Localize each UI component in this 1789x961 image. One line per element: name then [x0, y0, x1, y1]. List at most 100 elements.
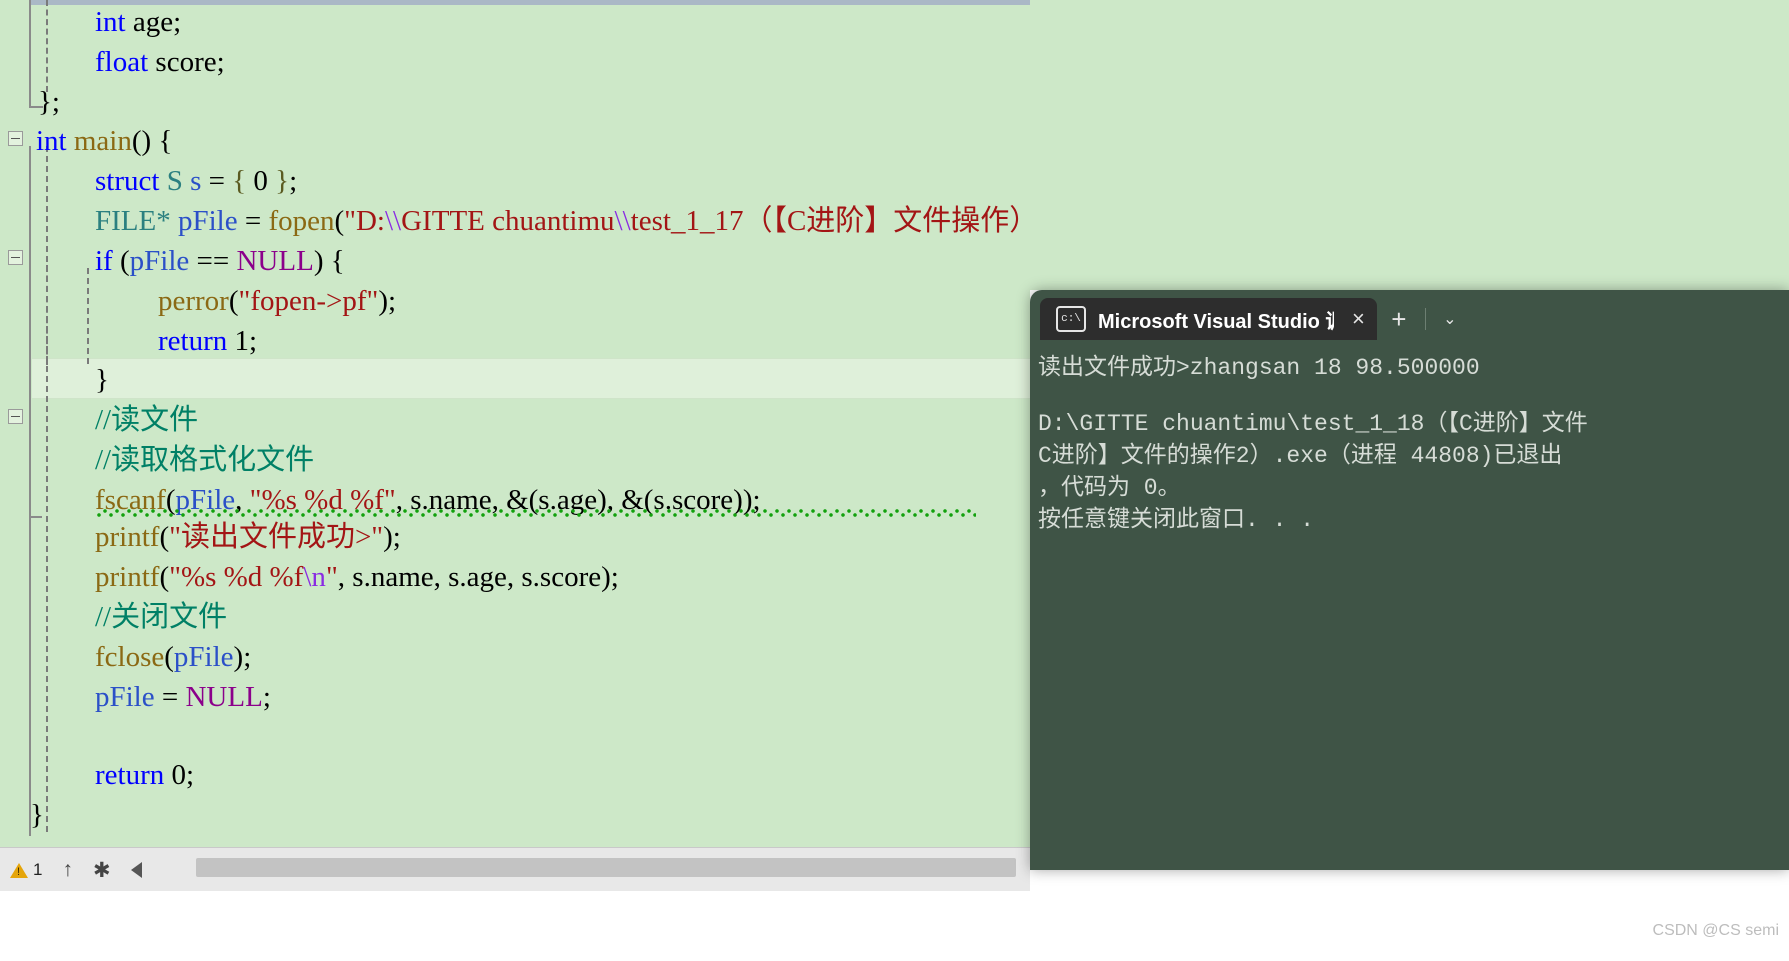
console-tab-bar[interactable]: c:\ Microsoft Visual Studio 调试控 × + ⌄ [1040, 298, 1789, 340]
token-keyword: if [95, 245, 113, 277]
editor-right-filler [1030, 0, 1789, 290]
close-icon[interactable]: × [1352, 306, 1365, 332]
code-line-14-printf[interactable]: printf("读出文件成功>"); [95, 517, 401, 557]
code-line-7-if[interactable]: if (pFile == NULL) { [95, 241, 345, 281]
token-function: printf [95, 521, 160, 553]
token-variable: s [182, 165, 202, 197]
code-line-12-comment[interactable]: //读取格式化文件 [95, 440, 314, 480]
code-line-2[interactable]: float score; [95, 42, 225, 82]
code-line-10-closebrace[interactable]: } [95, 360, 109, 400]
token-paren: ( [164, 641, 174, 673]
token-type: FILE* [95, 205, 178, 237]
token-macro: NULL [185, 681, 263, 713]
code-line-15-printf[interactable]: printf("%s %d %f\n", s.name, s.age, s.sc… [95, 557, 619, 597]
horizontal-scrollbar-thumb[interactable] [196, 858, 1016, 877]
token-end: ; [262, 681, 271, 713]
warning-triangle-icon [10, 862, 28, 878]
fold-toggle-main[interactable] [8, 131, 23, 146]
token-text: ) { [313, 245, 345, 277]
indent-guide-4 [87, 268, 89, 364]
warning-status[interactable]: 1 [0, 860, 52, 880]
warning-count: 1 [33, 860, 43, 879]
code-line-3[interactable]: }; [38, 82, 60, 122]
token-keyword: int [95, 6, 126, 38]
indent-guide-1 [46, 0, 48, 92]
triangle-left-icon [130, 862, 142, 878]
token-op: = [237, 205, 269, 237]
fold-toggle-if[interactable] [8, 250, 23, 265]
code-line-5[interactable]: struct S s = { 0 }; [95, 161, 297, 201]
scroll-left-button[interactable] [121, 862, 152, 878]
console-tab[interactable]: c:\ Microsoft Visual Studio 调试控 × [1040, 298, 1377, 340]
token-text: 0; [164, 759, 195, 791]
scroll-up-button[interactable]: ↑ [52, 858, 83, 882]
indent-guide-3 [46, 265, 48, 365]
token-end: ); [383, 521, 401, 553]
indent-guide-2 [46, 146, 48, 832]
token-number: 0 [246, 165, 276, 197]
token-escape: \\ [614, 205, 631, 237]
token-keyword: int [36, 125, 67, 157]
code-line-18-nullassign[interactable]: pFile = NULL; [95, 677, 271, 717]
tab-divider [1424, 308, 1426, 330]
code-line-8-perror[interactable]: perror("fopen->pf"); [158, 281, 396, 321]
token-string: "D: [344, 205, 385, 237]
console-line: 按任意键关闭此窗口. . . [1038, 507, 1315, 533]
token-text: ( [112, 245, 130, 277]
token-text: } [30, 799, 44, 831]
token-string: GITTE chuantimu [401, 205, 615, 237]
token-semicolon: ; [289, 165, 298, 197]
token-op: = [154, 681, 186, 713]
token-function: fopen [268, 205, 335, 237]
token-paren: ( [159, 561, 170, 593]
code-line-9-return[interactable]: return 1; [158, 321, 257, 361]
bookmark-button[interactable]: ✱ [83, 858, 121, 883]
token-end: ); [233, 641, 252, 673]
token-text: } [95, 364, 109, 396]
code-line-1[interactable]: int age; [95, 2, 181, 42]
error-squiggle [96, 509, 976, 517]
token-string: "读出文件成功>" [169, 521, 384, 553]
token-keyword: return [95, 759, 165, 791]
console-window[interactable]: c:\ Microsoft Visual Studio 调试控 × + ⌄ 读出… [1030, 290, 1789, 870]
new-tab-icon[interactable]: + [1377, 298, 1421, 340]
token-op: == [189, 245, 237, 277]
token-variable: pFile [129, 245, 190, 277]
console-line: D:\GITTE chuantimu\test_1_18（【C进阶】文件 [1038, 411, 1588, 437]
code-line-4[interactable]: int main() { [36, 121, 172, 161]
token-string: "%s %d %f [169, 561, 304, 593]
code-line-16-comment[interactable]: //关闭文件 [95, 597, 227, 637]
token-paren: ( [159, 521, 170, 553]
token-text: () { [131, 125, 173, 157]
token-macro: NULL [236, 245, 314, 277]
outline-bracket-main [29, 146, 31, 836]
code-editor[interactable]: int age; float score; }; int main() { st… [0, 0, 1030, 847]
code-line-6-fopen[interactable]: FILE* pFile = fopen("D:\\GITTE chuantimu… [95, 201, 1030, 241]
console-tab-title: Microsoft Visual Studio 调试控 [1098, 310, 1334, 333]
watermark: CSDN @CS semi [1652, 922, 1779, 939]
token-escape: \n [303, 561, 326, 593]
fold-toggle-region[interactable] [8, 409, 23, 424]
token-paren: ( [228, 285, 239, 317]
code-line-21-closebrace[interactable]: } [30, 795, 44, 835]
token-end: ); [601, 561, 619, 593]
arrow-up-icon: ↑ [62, 858, 73, 881]
token-keyword: float [95, 46, 149, 78]
console-line: 读出文件成功>zhangsan 18 98.500000 [1038, 355, 1480, 381]
token-text: score; [148, 46, 225, 78]
token-variable: pFile [173, 641, 234, 673]
token-escape: \\ [385, 205, 402, 237]
token-comment: //关闭文件 [95, 601, 228, 633]
token-string: test_1_17（【C进阶】文件操作） [630, 205, 1030, 237]
code-line-11-comment[interactable]: //读文件 [95, 400, 198, 440]
outline-tick [29, 516, 42, 518]
console-output[interactable]: 读出文件成功>zhangsan 18 98.500000 D:\GITTE ch… [1030, 340, 1789, 870]
token-text: 1; [227, 325, 258, 357]
console-line: C进阶】文件的操作2）.exe（进程 44808)已退出 [1038, 443, 1563, 469]
code-line-17-fclose[interactable]: fclose(pFile); [95, 637, 251, 677]
code-line-20-return[interactable]: return 0; [95, 755, 194, 795]
chevron-down-icon[interactable]: ⌄ [1430, 298, 1470, 340]
token-string: " [325, 561, 338, 593]
current-line-highlight [32, 358, 1030, 399]
